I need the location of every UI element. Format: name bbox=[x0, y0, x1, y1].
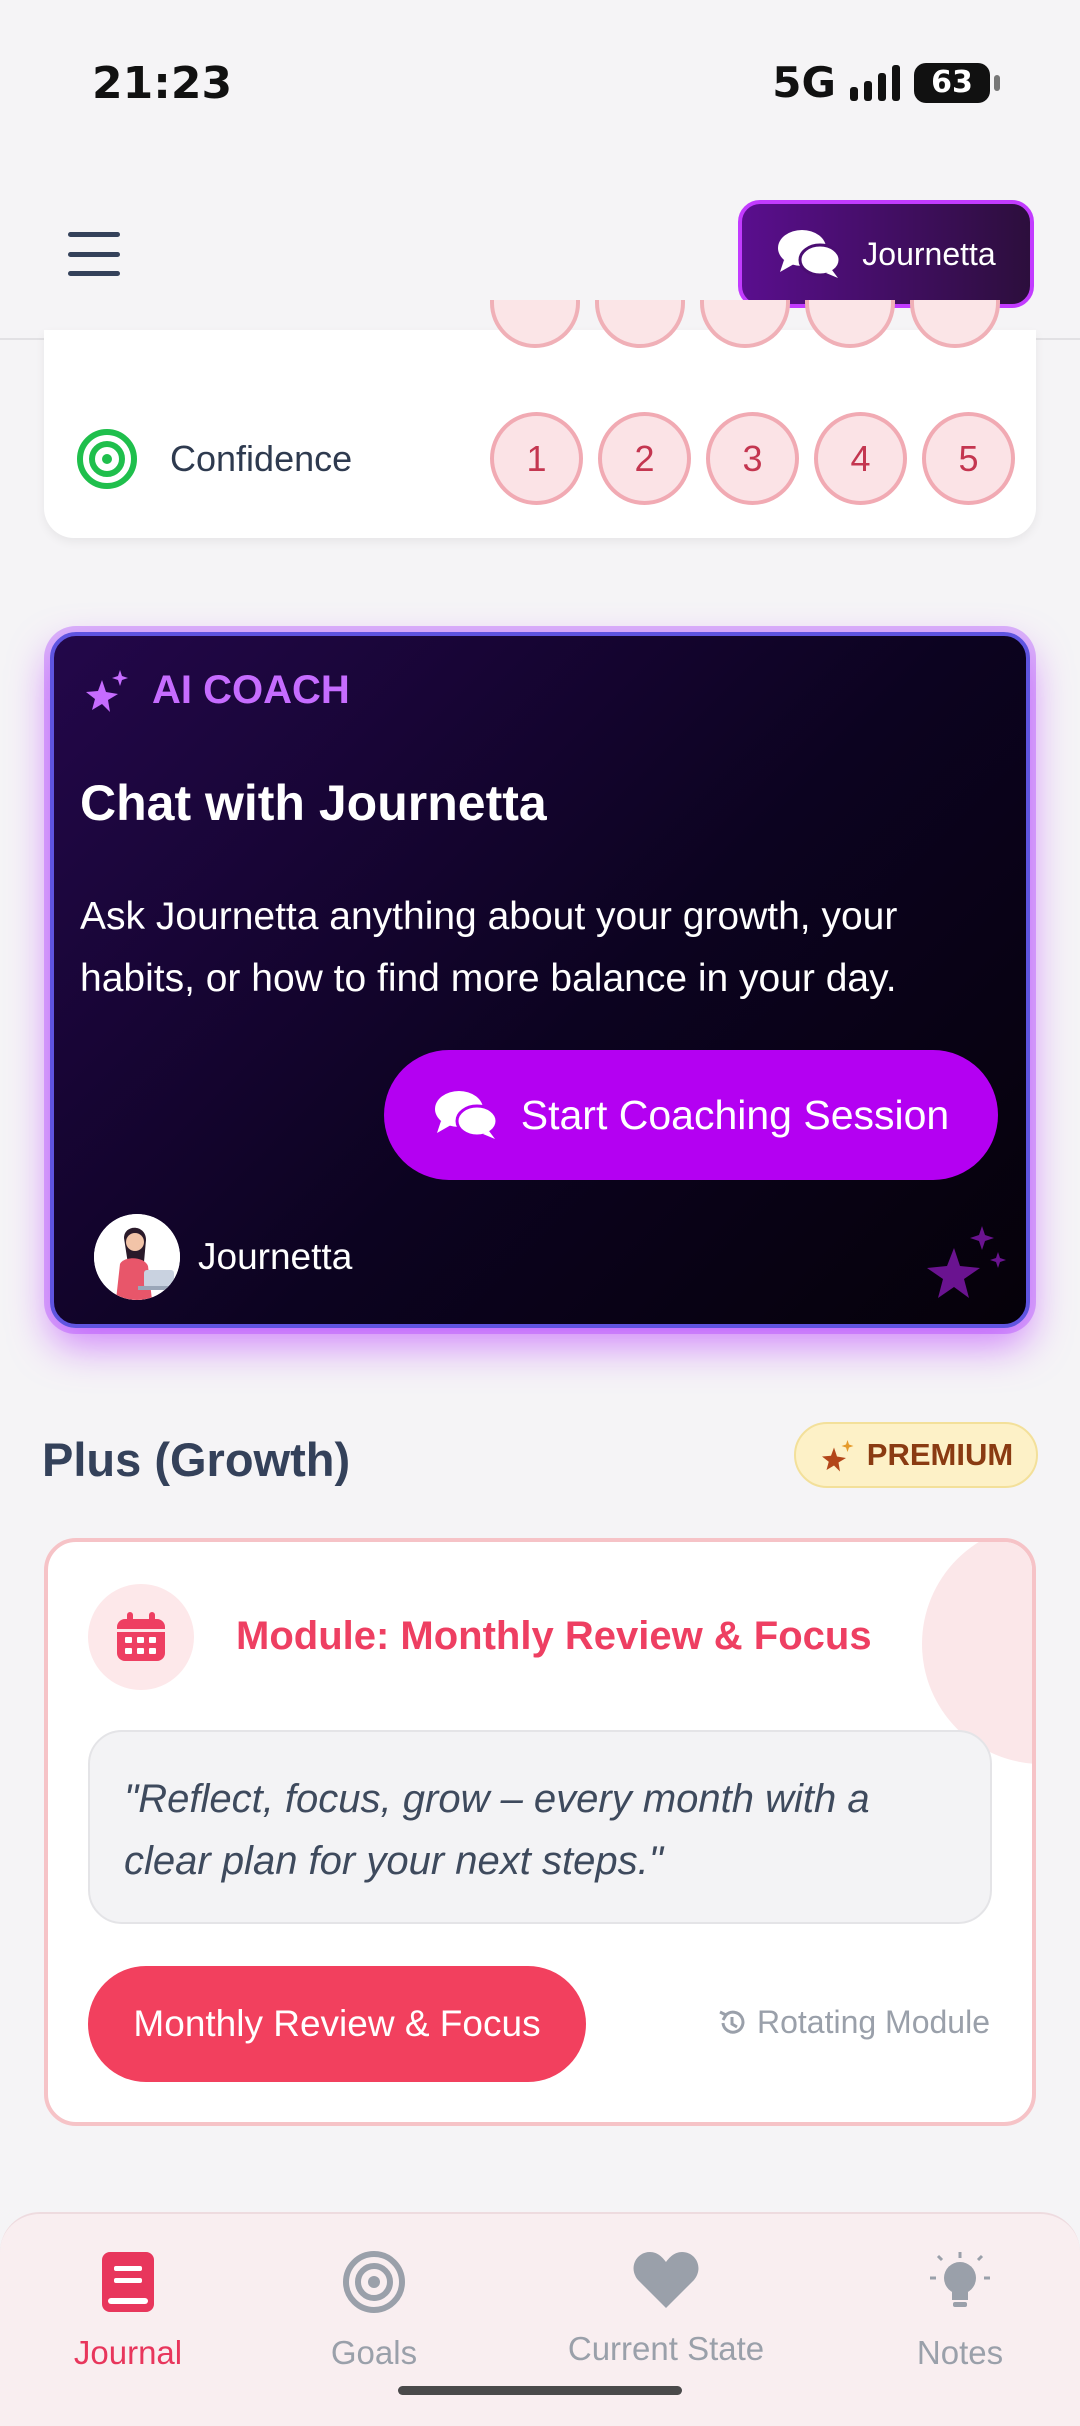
home-indicator[interactable] bbox=[398, 2386, 682, 2395]
start-coaching-label: Start Coaching Session bbox=[520, 1091, 950, 1138]
previous-rating-row bbox=[490, 300, 1000, 348]
premium-badge: PREMIUM bbox=[794, 1422, 1038, 1488]
network-label: 5G bbox=[772, 58, 836, 107]
decorative-stars-icon bbox=[927, 1226, 1006, 1298]
battery-level: 63 bbox=[931, 65, 973, 100]
history-icon bbox=[719, 2010, 745, 2034]
status-time: 21:23 bbox=[92, 58, 233, 109]
heart-icon bbox=[633, 2252, 699, 2308]
rotating-module-label: Rotating Module bbox=[756, 2004, 990, 2040]
rating-button-2[interactable]: 2 bbox=[598, 412, 691, 505]
premium-label: PREMIUM bbox=[866, 1437, 1014, 1472]
confidence-rating-row: 1 2 3 4 5 bbox=[490, 412, 1015, 505]
ai-coach-tag: AI COACH bbox=[82, 666, 350, 714]
chat-bubbles-icon bbox=[434, 1091, 499, 1139]
ai-coach-tag-label: AI COACH bbox=[152, 667, 350, 712]
journetta-avatar bbox=[94, 1214, 180, 1300]
calendar-icon bbox=[88, 1584, 194, 1690]
ai-coach-title: Chat with Journetta bbox=[80, 775, 547, 831]
journetta-button-label: Journetta bbox=[862, 235, 996, 272]
nav-notes-label: Notes bbox=[916, 2334, 1004, 2371]
nav-current-state[interactable]: Current State bbox=[556, 2250, 776, 2368]
target-icon bbox=[343, 2251, 405, 2313]
rotating-module-note: Rotating Module bbox=[717, 2004, 990, 2041]
signal-icon bbox=[850, 64, 900, 101]
start-coaching-button[interactable]: Start Coaching Session bbox=[384, 1050, 998, 1180]
journal-icon bbox=[102, 2252, 154, 2312]
confidence-label: Confidence bbox=[170, 438, 353, 479]
battery-icon: 63 bbox=[914, 62, 1000, 103]
nav-journal-label: Journal bbox=[73, 2334, 183, 2371]
monthly-review-button[interactable]: Monthly Review & Focus bbox=[88, 1966, 586, 2082]
ai-coach-description: Ask Journetta anything about your growth… bbox=[80, 895, 898, 1000]
nav-notes[interactable]: Notes bbox=[900, 2250, 1020, 2372]
menu-icon[interactable] bbox=[68, 232, 120, 276]
rating-button-1[interactable]: 1 bbox=[490, 412, 583, 505]
chat-bubbles-icon bbox=[778, 230, 842, 278]
nav-current-state-label: Current State bbox=[567, 2330, 765, 2367]
target-icon bbox=[77, 429, 137, 489]
module-title: Module: Monthly Review & Focus bbox=[236, 1614, 872, 1658]
sparkle-stars-icon bbox=[86, 670, 128, 712]
nav-goals[interactable]: Goals bbox=[314, 2250, 434, 2372]
journetta-chat-button[interactable]: Journetta bbox=[738, 200, 1034, 308]
nav-goals-label: Goals bbox=[330, 2334, 418, 2371]
module-quote: "Reflect, focus, grow – every month with… bbox=[88, 1730, 992, 1924]
journetta-name: Journetta bbox=[198, 1236, 353, 1277]
plus-section-title: Plus (Growth) bbox=[42, 1433, 351, 1486]
lightbulb-icon bbox=[930, 2252, 990, 2307]
premium-stars-icon bbox=[821, 1440, 854, 1472]
status-icons: 5G 63 bbox=[772, 58, 1000, 107]
rating-button-3[interactable]: 3 bbox=[706, 412, 799, 505]
rating-button-5[interactable]: 5 bbox=[922, 412, 1015, 505]
rating-button-4[interactable]: 4 bbox=[814, 412, 907, 505]
nav-journal[interactable]: Journal bbox=[68, 2250, 188, 2372]
